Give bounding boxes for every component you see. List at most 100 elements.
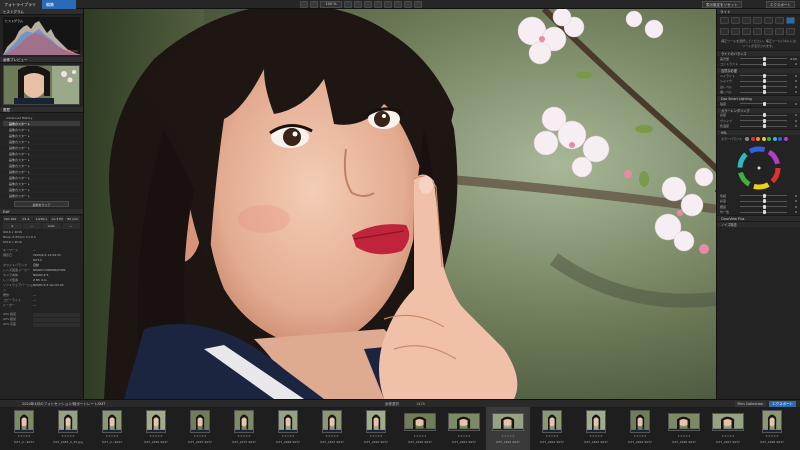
rating-stars[interactable]: ★★★★★ <box>266 434 310 438</box>
preview-header[interactable]: 画像プレビュー <box>0 57 83 63</box>
tool-preset-icon[interactable] <box>731 28 740 35</box>
slider-value[interactable]: 0 <box>787 113 797 117</box>
filmstrip-thumbnail[interactable]: ★★★★★ DXT_2463 9637 <box>574 407 618 450</box>
tool-reset-icon[interactable] <box>786 28 795 35</box>
filmstrip-thumbnail[interactable]: ★★★★★ DXT_2475 9637 <box>222 407 266 450</box>
slider-knob[interactable] <box>762 210 766 215</box>
slider-track[interactable] <box>740 56 787 61</box>
slider-track[interactable] <box>740 118 787 123</box>
slider-track[interactable] <box>740 101 787 106</box>
crop-icon[interactable] <box>344 1 352 8</box>
meta-value[interactable]: — <box>33 303 80 308</box>
slider-track[interactable] <box>740 124 787 129</box>
slider-knob[interactable] <box>762 204 766 209</box>
compare-icon[interactable] <box>300 1 308 8</box>
slider-value[interactable]: 0.00 <box>787 57 797 61</box>
slider-value[interactable]: 0 <box>787 210 797 214</box>
tab-photo-library[interactable]: フォトライブラリ <box>0 0 42 9</box>
slider-knob[interactable] <box>762 62 766 67</box>
filmstrip-thumbnail[interactable]: ★★★★★ DXT_2461 9637 <box>442 407 486 450</box>
slider-value[interactable]: 0 <box>787 205 797 209</box>
slider-track[interactable] <box>740 73 787 78</box>
filmstrip-thumbnail[interactable]: ★★★★★ DXT_2463 9637 <box>486 407 530 450</box>
rating-stars[interactable]: ★★★★★ <box>662 434 706 438</box>
history-header[interactable]: 履歴 <box>0 107 83 113</box>
filmstrip-thumbnail[interactable]: ★★★★★ DXT_2462 9637 <box>530 407 574 450</box>
color-cyan-swatch[interactable] <box>772 137 777 141</box>
gps-altitude-field[interactable] <box>33 322 80 327</box>
tool-edit-icon[interactable] <box>786 17 795 24</box>
filmstrip-thumbnail[interactable]: ★★★★★ DXT_2468 9637 <box>266 407 310 450</box>
rating-stars[interactable]: ★★★★★ <box>178 434 222 438</box>
retouch-icon[interactable] <box>374 1 382 8</box>
filmstrip-thumbnail[interactable]: ★★★★★ DXT_0...9647 <box>90 407 134 450</box>
slider-knob[interactable] <box>762 113 766 118</box>
tool-local-icon[interactable] <box>764 17 773 24</box>
slider-knob[interactable] <box>762 124 766 129</box>
tool-effects-icon[interactable] <box>775 17 784 24</box>
slider-value[interactable]: 0 <box>787 79 797 83</box>
slider-knob[interactable] <box>762 90 766 95</box>
slider-track[interactable] <box>740 90 787 95</box>
rating-stars[interactable]: ★★★★★ <box>398 434 442 438</box>
split-view-icon[interactable] <box>310 1 318 8</box>
image-viewer[interactable] <box>84 9 716 399</box>
filmstrip-thumbnail[interactable]: ★★★★★ DXT_2468 9637 <box>750 407 794 450</box>
color-yellow-swatch[interactable] <box>761 137 766 141</box>
filmstrip-thumbnail[interactable]: ★★★★★ DXT_2453 9637 <box>310 407 354 450</box>
tool-search-icon[interactable] <box>742 28 751 35</box>
red-eye-icon[interactable] <box>394 1 402 8</box>
slider-knob[interactable] <box>762 56 766 61</box>
tool-copy-icon[interactable] <box>764 28 773 35</box>
filmstrip-thumbnail[interactable]: ★★★★★ DXT_2464 9637 <box>618 407 662 450</box>
filmstrip-thumbnail[interactable]: ★★★★★ DXT_2456 9647 <box>134 407 178 450</box>
slider-track[interactable] <box>740 204 787 209</box>
slider-knob[interactable] <box>762 79 766 84</box>
export-button[interactable]: エクスポート <box>766 1 795 8</box>
slider-knob[interactable] <box>762 101 766 106</box>
slider-knob[interactable] <box>762 193 766 198</box>
color-all-swatch[interactable] <box>745 137 750 141</box>
filmstrip-thumbnail[interactable]: ★★★★★ DXT_0...9637 <box>2 407 46 450</box>
slider-value[interactable]: 0 <box>787 62 797 66</box>
slider-value[interactable]: 0 <box>787 194 797 198</box>
meta-value[interactable]: NIKON Z 6 Ver.03.00 <box>33 283 80 293</box>
color-wheel[interactable] <box>737 146 781 190</box>
slider-knob[interactable] <box>762 199 766 204</box>
slider-knob[interactable] <box>762 73 766 78</box>
local-adjust-icon[interactable] <box>384 1 392 8</box>
histogram-header[interactable]: ヒストグラム <box>0 9 83 15</box>
rating-stars[interactable]: ★★★★★ <box>618 434 662 438</box>
slider-track[interactable] <box>740 210 787 215</box>
color-magenta-swatch[interactable] <box>783 137 788 141</box>
rating-stars[interactable]: ★★★★★ <box>2 434 46 438</box>
rating-stars[interactable]: ★★★★★ <box>706 434 750 438</box>
tool-paste-icon[interactable] <box>775 28 784 35</box>
slider-track[interactable] <box>740 62 787 67</box>
rating-stars[interactable]: ★★★★★ <box>750 434 794 438</box>
tool-geometry-icon[interactable] <box>753 17 762 24</box>
tool-color-icon[interactable] <box>731 17 740 24</box>
slider-track[interactable] <box>740 199 787 204</box>
slider-value[interactable]: 0 <box>787 85 797 89</box>
mask-icon[interactable] <box>404 1 412 8</box>
section-header[interactable]: ノイズ除去 <box>717 221 800 227</box>
rating-stars[interactable]: ★★★★★ <box>354 434 398 438</box>
slider-value[interactable]: 0 <box>787 199 797 203</box>
slider-track[interactable] <box>740 193 787 198</box>
zoom-select[interactable]: 100 % <box>320 1 342 8</box>
filmstrip-thumbnail[interactable]: ★★★★★ DXT_2466 9637 <box>662 407 706 450</box>
rating-stars[interactable]: ★★★★★ <box>574 434 618 438</box>
color-orange-swatch[interactable] <box>756 137 761 141</box>
tool-light-icon[interactable] <box>720 17 729 24</box>
tool-favorite-icon[interactable] <box>720 28 729 35</box>
tool-detail-icon[interactable] <box>742 17 751 24</box>
rating-stars[interactable]: ★★★★★ <box>486 434 530 438</box>
tab-edit[interactable]: 編集 <box>42 0 76 9</box>
slider-track[interactable] <box>740 84 787 89</box>
filmstrip-thumbnail[interactable]: ★★★★★ DXT_2467 9637 <box>706 407 750 450</box>
slider-value[interactable]: 0 <box>787 102 797 106</box>
perspective-icon[interactable] <box>364 1 372 8</box>
slider-knob[interactable] <box>762 118 766 123</box>
filmstrip-thumbnail[interactable]: ★★★★★ DXT_2460 9637 <box>398 407 442 450</box>
